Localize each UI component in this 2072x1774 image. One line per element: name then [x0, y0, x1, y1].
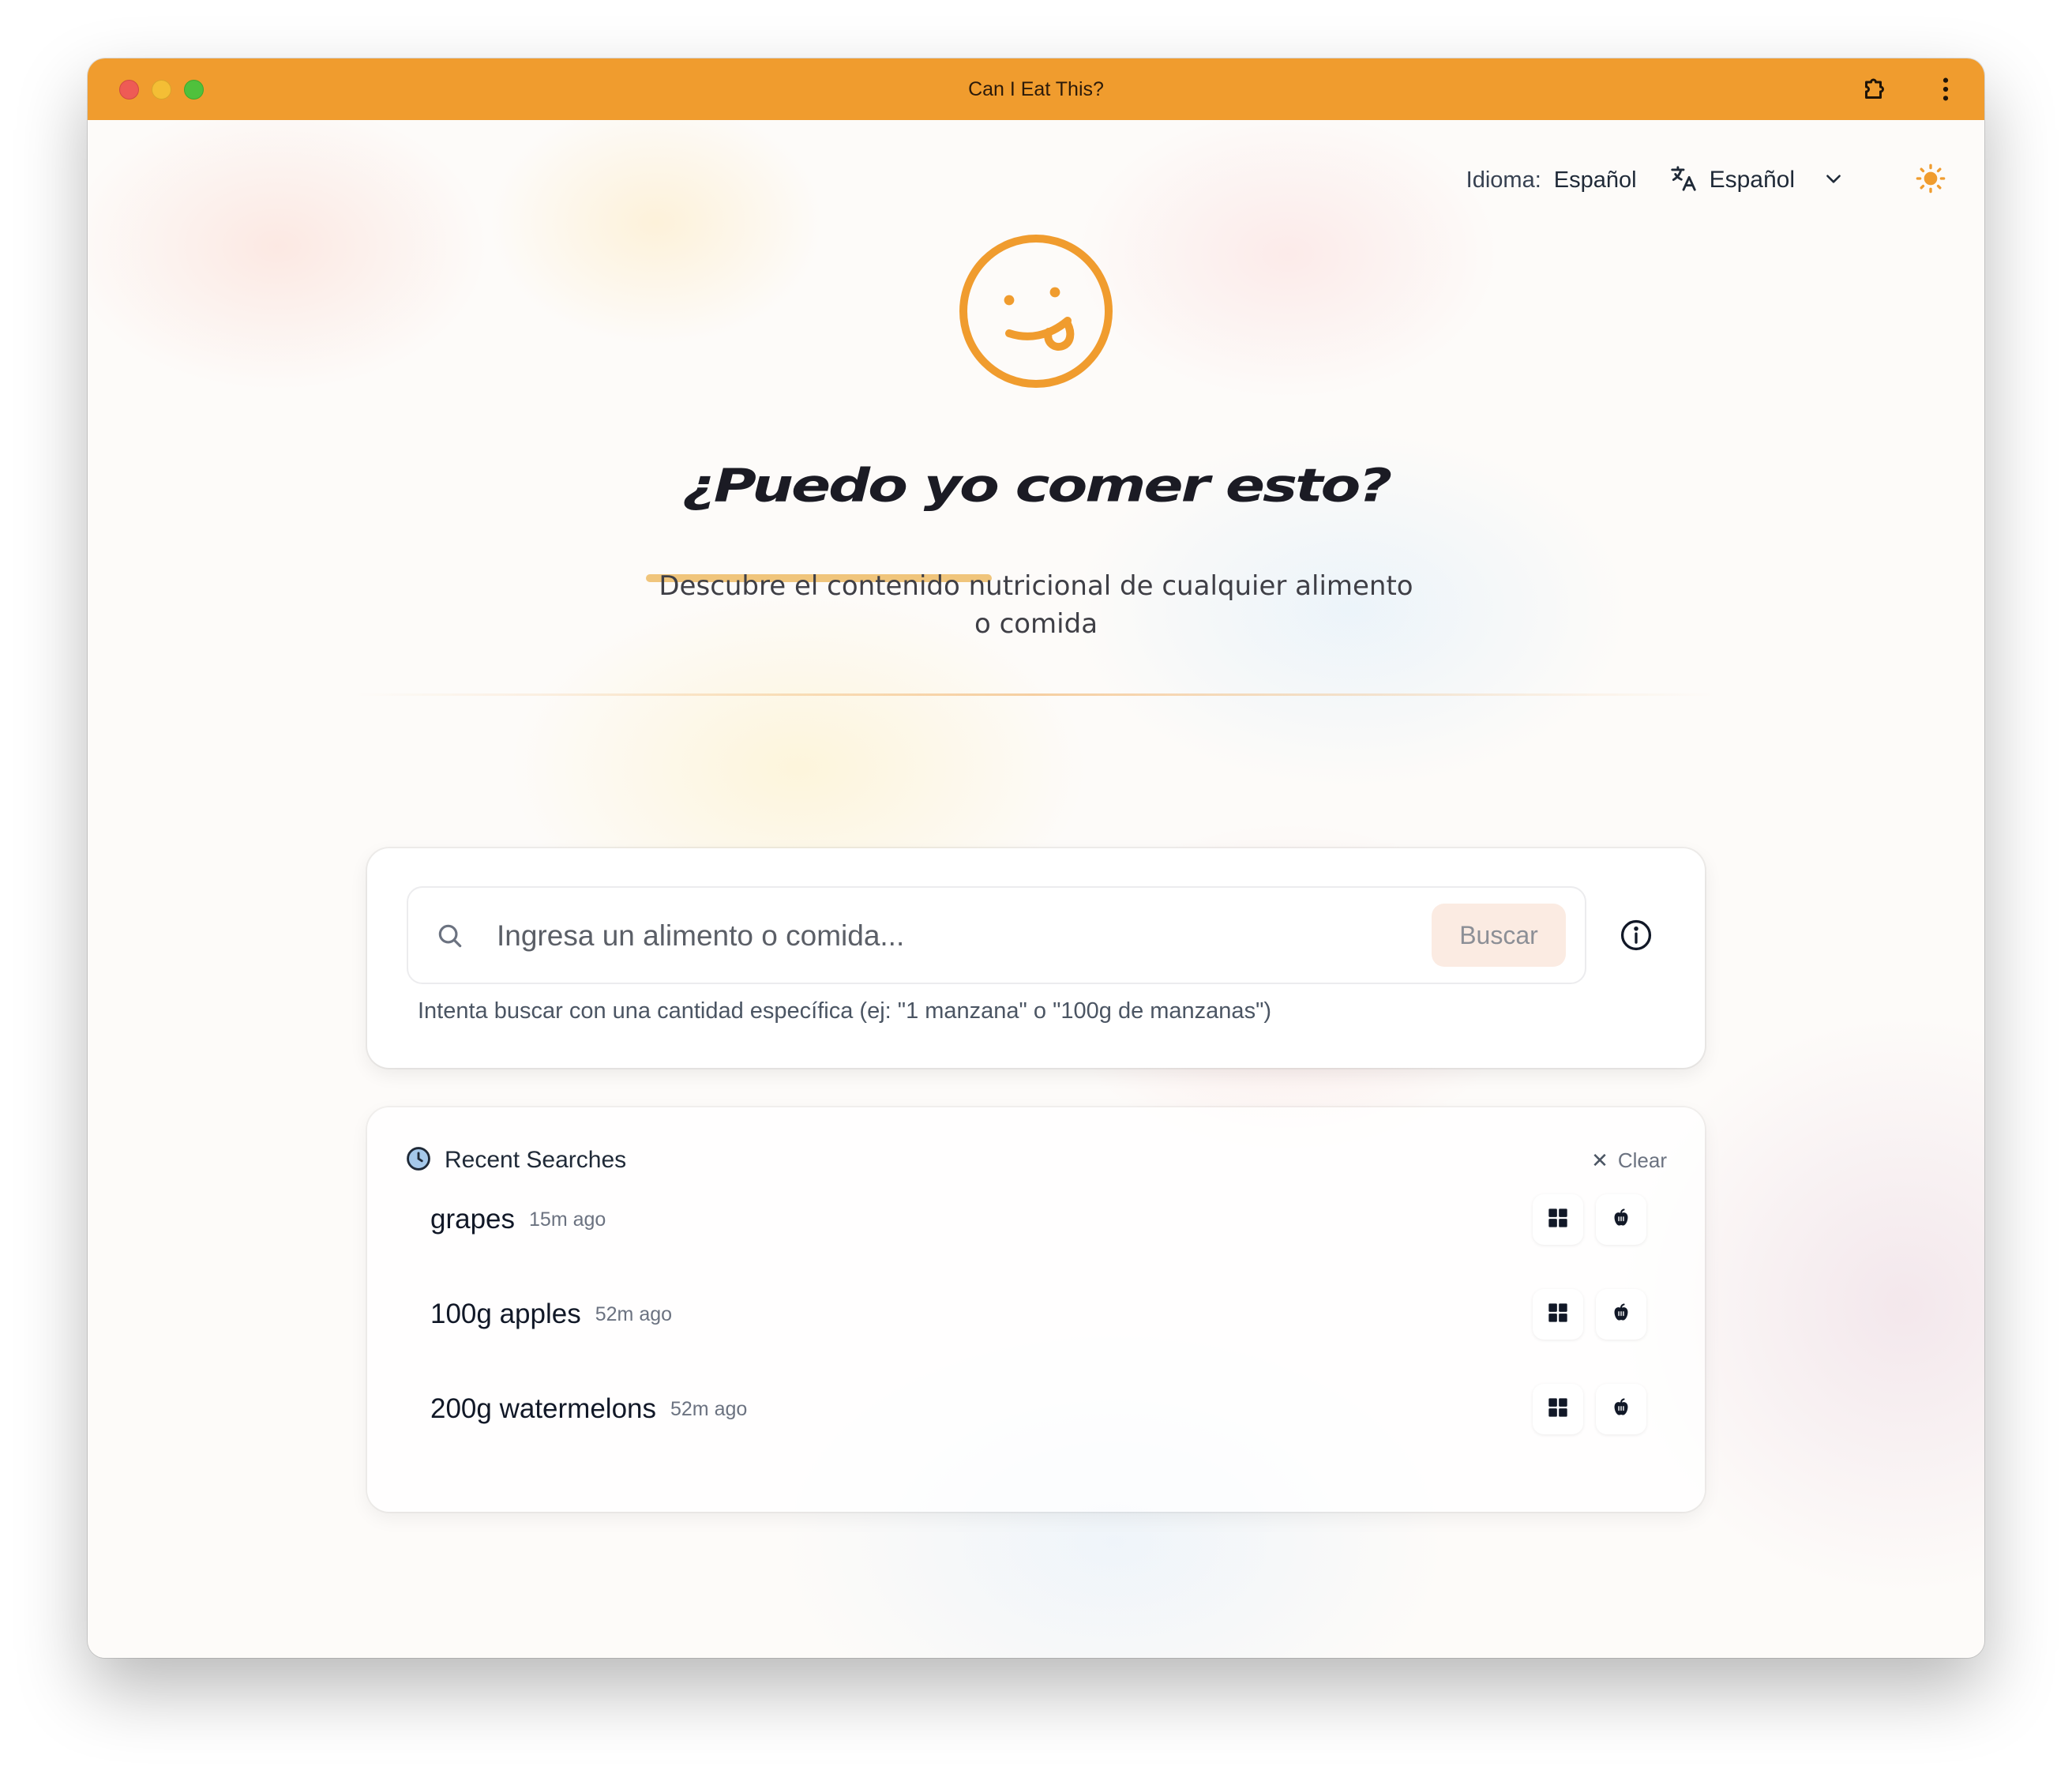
more-menu-icon[interactable]	[1929, 73, 1962, 106]
clock-icon	[405, 1145, 432, 1175]
close-icon: ✕	[1591, 1148, 1608, 1172]
app-window: Can I Eat This? Idioma: Español Español …	[88, 58, 1984, 1658]
search-input[interactable]	[497, 910, 1413, 962]
window-controls	[119, 80, 204, 100]
language-select-value: Español	[1709, 167, 1795, 193]
window-title: Can I Eat This?	[968, 77, 1104, 100]
language-label: Idioma:	[1466, 167, 1541, 193]
nutrition-view-button[interactable]	[1596, 1384, 1646, 1434]
search-card: Buscar Intenta buscar con una cantidad e…	[367, 848, 1705, 1068]
list-item[interactable]: 100g apples 52m ago	[430, 1283, 1646, 1346]
apple-icon	[1610, 1207, 1632, 1232]
grid-icon	[1547, 1302, 1569, 1327]
recent-searches-header: Recent Searches	[405, 1145, 626, 1175]
grid-view-button[interactable]	[1533, 1384, 1583, 1434]
apple-icon	[1610, 1396, 1632, 1422]
info-icon[interactable]	[1619, 918, 1653, 953]
list-item[interactable]: 200g watermelons 52m ago	[430, 1377, 1646, 1441]
maximize-window-button[interactable]	[184, 80, 204, 100]
main-content: Idioma: Español Español ¿Puedo yo comer …	[88, 120, 1984, 1658]
close-window-button[interactable]	[119, 80, 139, 100]
recent-searches-card: Recent Searches ✕ Clear grapes 15m ago 1…	[367, 1107, 1705, 1512]
title-bar: Can I Eat This?	[88, 58, 1984, 120]
grid-view-button[interactable]	[1533, 1289, 1583, 1340]
recent-time: 52m ago	[670, 1397, 748, 1420]
tongue-smiley-logo-icon	[957, 232, 1115, 390]
recent-searches-title: Recent Searches	[445, 1147, 627, 1173]
clear-recent-button[interactable]: ✕ Clear	[1591, 1148, 1667, 1173]
sun-icon[interactable]	[1915, 163, 1946, 197]
recent-time: 52m ago	[595, 1302, 673, 1325]
clear-label: Clear	[1617, 1148, 1667, 1172]
nutrition-view-button[interactable]	[1596, 1289, 1646, 1340]
minimize-window-button[interactable]	[152, 80, 171, 100]
translate-icon	[1668, 163, 1699, 197]
search-hint: Intenta buscar con una cantidad específi…	[418, 998, 1272, 1024]
language-select[interactable]: Español	[1668, 163, 1844, 197]
search-icon	[435, 921, 465, 954]
chevron-down-icon	[1823, 168, 1844, 192]
page-subtitle-text: Descubre el contenido nutricional de cua…	[659, 570, 1413, 640]
recent-query[interactable]: 200g watermelons	[430, 1393, 656, 1425]
language-bar: Idioma: Español Español	[1466, 163, 1946, 197]
grid-icon	[1547, 1396, 1569, 1422]
page-subtitle: Descubre el contenido nutricional de cua…	[88, 567, 1984, 643]
nutrition-view-button[interactable]	[1596, 1194, 1646, 1245]
recent-time: 15m ago	[529, 1208, 606, 1231]
recent-query[interactable]: grapes	[430, 1204, 515, 1235]
page-title: ¿Puedo yo comer esto?	[681, 459, 1392, 513]
language-current: Español	[1553, 167, 1637, 193]
apple-icon	[1610, 1302, 1632, 1327]
divider	[356, 693, 1714, 696]
extensions-icon[interactable]	[1858, 73, 1891, 106]
search-box: Buscar	[407, 886, 1586, 984]
search-button[interactable]: Buscar	[1432, 904, 1566, 967]
list-item[interactable]: grapes 15m ago	[430, 1188, 1646, 1251]
grid-icon	[1547, 1207, 1569, 1232]
recent-query[interactable]: 100g apples	[430, 1299, 581, 1330]
grid-view-button[interactable]	[1533, 1194, 1583, 1245]
